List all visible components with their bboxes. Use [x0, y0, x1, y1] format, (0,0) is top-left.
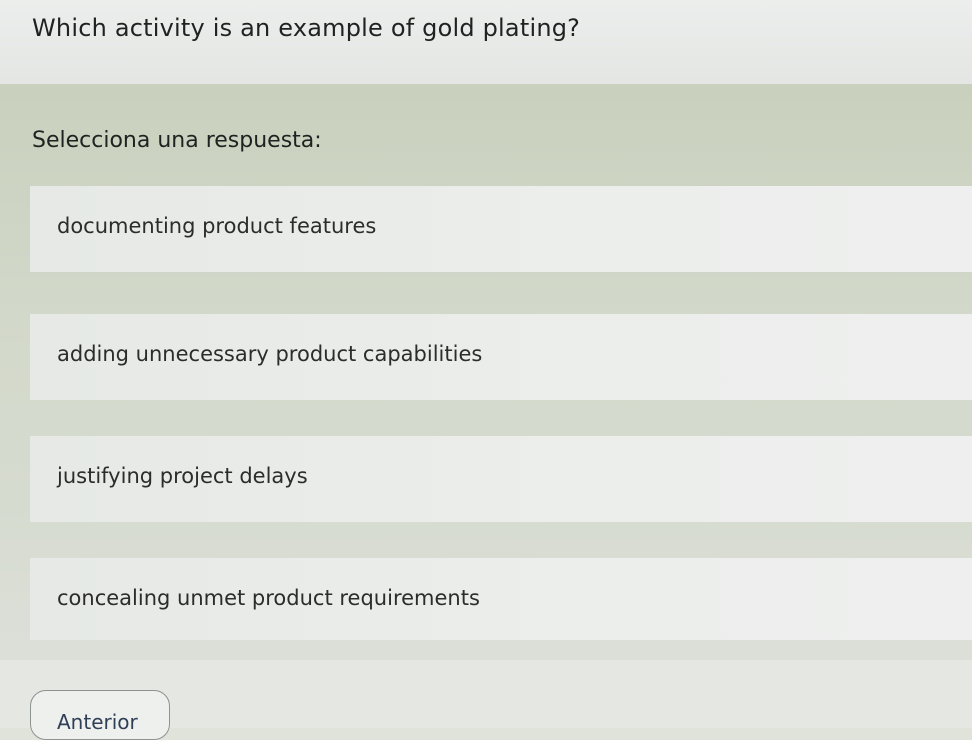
answer-option-justifying-project-delays[interactable]: justifying project delays: [30, 436, 972, 522]
answer-option-label: justifying project delays: [57, 464, 308, 488]
previous-button[interactable]: Anterior: [30, 690, 170, 740]
answer-option-label: documenting product features: [57, 214, 377, 238]
question-text: Which activity is an example of gold pla…: [32, 14, 581, 42]
answer-option-label: concealing unmet product requirements: [57, 586, 480, 610]
answer-option-adding-unnecessary-capabilities[interactable]: adding unnecessary product capabilities: [30, 314, 972, 400]
answer-option-concealing-unmet-requirements[interactable]: concealing unmet product requirements: [30, 558, 972, 640]
answer-option-documenting-product-features[interactable]: documenting product features: [30, 186, 972, 272]
question-header: Which activity is an example of gold pla…: [0, 0, 972, 84]
answer-option-label: adding unnecessary product capabilities: [57, 342, 483, 366]
answer-prompt: Selecciona una respuesta:: [32, 128, 322, 153]
